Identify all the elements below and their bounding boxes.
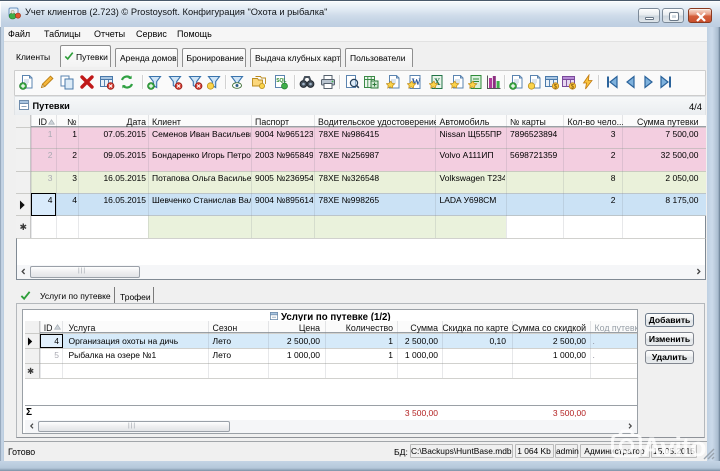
svg-text:Avito: Avito — [642, 432, 706, 462]
